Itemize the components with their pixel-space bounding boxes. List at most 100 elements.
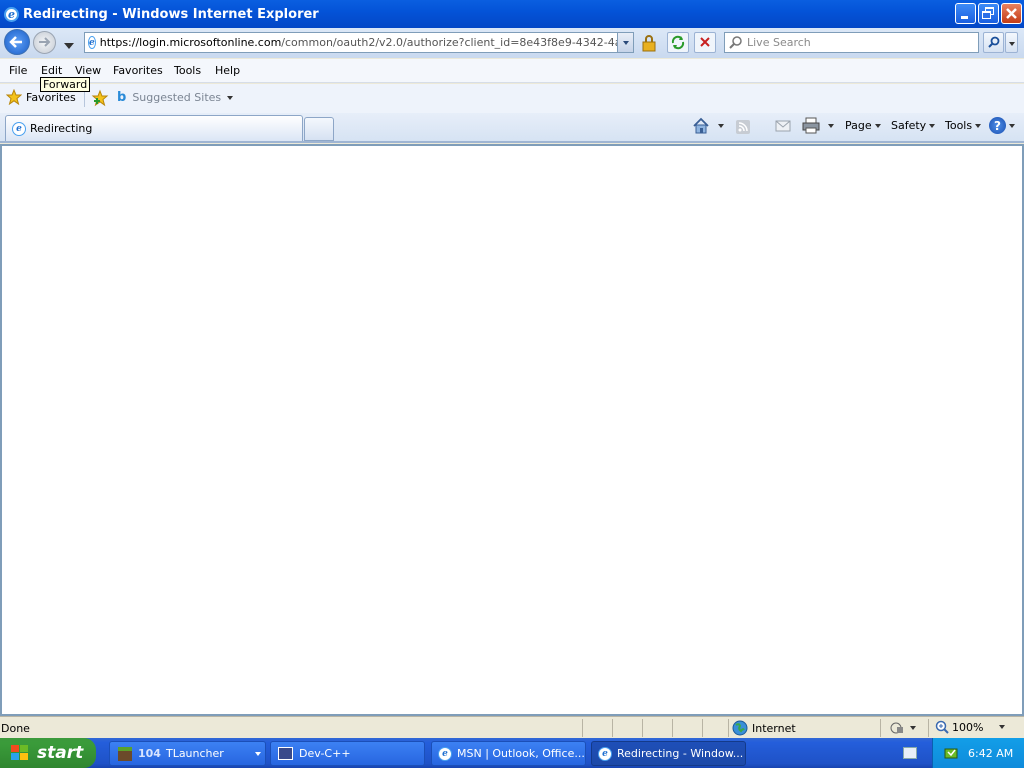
taskbar-item-devcpp[interactable]: Dev-C++ [270,741,425,766]
network-tray-icon[interactable] [943,745,959,761]
safety-menu-button[interactable]: Safety [891,119,936,132]
address-url: https://login.microsoftonline.com/common… [99,36,633,49]
ie-icon: e [598,746,612,761]
ie-logo-icon: e [4,6,19,22]
status-divider [612,719,613,737]
new-tab-button[interactable] [304,117,334,141]
search-input[interactable]: Live Search [724,32,979,53]
taskbar-item-tlauncher[interactable]: 104 TLauncher [109,741,266,766]
chevron-down-icon [999,725,1006,729]
group-arrow-icon [255,752,261,756]
close-x-icon [1006,8,1017,19]
forward-button[interactable] [33,31,56,54]
security-zone[interactable]: Internet [732,720,796,736]
chevron-down-icon [975,124,982,128]
start-label: start [37,743,84,763]
star-icon [6,89,22,105]
help-icon: ? [989,117,1006,134]
task-label: Dev-C++ [299,747,351,760]
window-title: Redirecting - Windows Internet Explorer [23,6,319,22]
status-divider [880,719,881,737]
printer-icon [802,117,820,134]
forward-arrow-icon [39,37,51,47]
feeds-button[interactable] [735,119,751,138]
help-button[interactable]: ? [989,117,1015,134]
address-dropdown-button[interactable] [617,33,633,52]
refresh-button[interactable] [667,32,689,53]
menu-file[interactable]: File [9,64,27,77]
menu-favorites[interactable]: Favorites [113,64,163,77]
recent-pages-dropdown[interactable] [61,39,74,52]
task-label: Redirecting - Window... [617,747,744,760]
chevron-down-icon [622,40,629,45]
taskbar-item-msn[interactable]: e MSN | Outlook, Office... [431,741,586,766]
stop-x-icon [700,37,710,47]
url-domain: microsoftonline.com [169,36,282,49]
task-label: MSN | Outlook, Office... [457,747,585,760]
system-tray: 6:42 AM [932,738,1024,768]
add-favorite-star-icon [91,89,109,107]
status-divider [642,719,643,737]
chevron-down-icon [1009,42,1015,46]
minimize-button[interactable] [955,3,976,24]
safety-label: Safety [891,119,927,132]
ie-page-icon: e [12,121,26,136]
close-button[interactable] [1001,3,1022,24]
print-button[interactable] [802,117,834,134]
taskbar-item-redirecting[interactable]: e Redirecting - Window... [591,741,746,766]
ie-icon: e [438,746,452,761]
status-divider [702,719,703,737]
tab-label: Redirecting [30,122,93,135]
forward-tooltip: Forward [40,77,91,92]
status-divider [672,719,673,737]
menu-view[interactable]: View [75,64,101,77]
read-mail-button[interactable] [775,119,791,136]
bing-icon: b [117,90,127,105]
start-button[interactable]: start [0,738,96,768]
keyboard-language-icon[interactable] [903,747,917,759]
tools-menu-button[interactable]: Tools [945,119,982,132]
restore-button[interactable] [978,3,999,24]
chevron-down-icon [718,123,724,128]
protected-mode-button[interactable] [889,721,916,735]
zoom-button[interactable]: 100% [935,720,1006,734]
chevron-down-icon [1009,123,1015,128]
page-content[interactable] [0,144,1024,716]
status-divider [582,719,583,737]
mail-icon [775,120,791,132]
tab-redirecting[interactable]: e Redirecting [5,115,303,141]
menu-tools[interactable]: Tools [174,64,201,77]
stop-button[interactable] [694,32,716,53]
menu-help[interactable]: Help [215,64,240,77]
zoom-icon [935,720,949,734]
url-prefix: https://login. [99,36,170,49]
favorites-bar: Favorites b Suggested Sites [0,84,1024,113]
clock[interactable]: 6:42 AM [968,747,1013,760]
search-placeholder: Live Search [747,36,811,49]
back-button[interactable] [4,29,30,55]
favorites-label: Favorites [26,90,76,104]
minecraft-block-icon [118,746,132,761]
search-button[interactable] [983,32,1004,53]
zone-label: Internet [752,721,796,735]
menu-bar: File Edit View Favorites Tools Help [0,59,1024,83]
page-menu-button[interactable]: Page [845,119,881,132]
status-divider [928,719,929,737]
chevron-down-icon [828,123,834,128]
chevron-down-icon [929,124,936,128]
search-options-button[interactable] [1005,32,1018,53]
add-to-favorites-button[interactable] [91,89,109,110]
address-bar[interactable]: e https://login.microsoftonline.com/comm… [84,32,634,53]
page-label: Page [845,119,872,132]
menu-edit[interactable]: Edit [41,64,62,77]
lock-icon[interactable] [640,33,658,53]
status-bar: Done Internet 100% [0,716,1024,738]
status-text: Done [1,722,30,735]
suggested-sites-button[interactable]: b Suggested Sites [117,90,234,105]
url-path: /common/oauth2/v2.0/authorize?client_id=… [281,36,633,49]
home-button[interactable] [692,117,724,134]
title-bar: e Redirecting - Windows Internet Explore… [0,0,1024,28]
protected-mode-icon [890,722,903,734]
chevron-down-icon [910,726,916,730]
refresh-icon [671,35,685,50]
